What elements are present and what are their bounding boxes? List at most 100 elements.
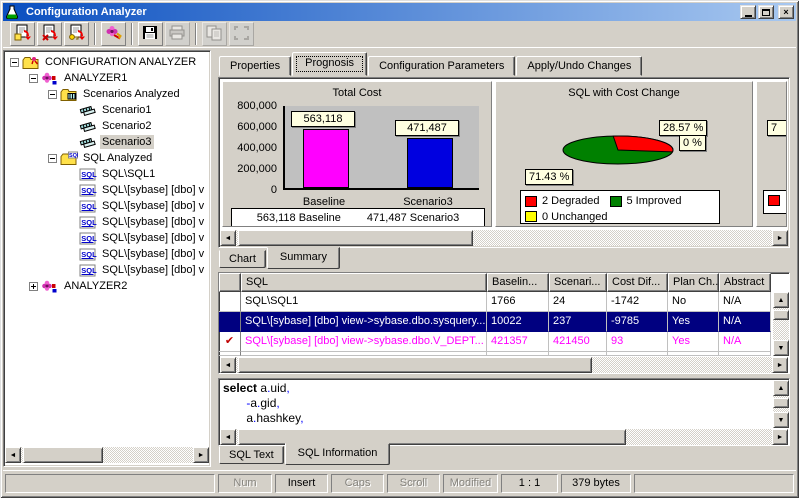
sql-icon: SQL: [79, 167, 97, 182]
tree-expander-icon[interactable]: [29, 74, 38, 83]
tree-item-sql-sybase-dbo-v[interactable]: SQLSQL\[sybase] [dbo] v: [4, 246, 210, 262]
column-header-abstract[interactable]: Abstract: [719, 273, 771, 292]
scroll-up-icon[interactable]: ▲: [773, 380, 789, 396]
column-header-baselin-[interactable]: Baselin...: [487, 273, 549, 292]
table-row[interactable]: SQL\[sybase] [dbo] view->sybase.dbo.V_EM…: [219, 352, 789, 356]
tree-item-analyzer2[interactable]: ANALYZER2: [4, 278, 210, 294]
tree-item-sql-sybase-dbo-v[interactable]: SQLSQL\[sybase] [dbo] v: [4, 182, 210, 198]
configure-analyzer-button[interactable]: [101, 22, 126, 46]
export-report-improved-button[interactable]: [64, 22, 89, 46]
tree-item-sql-sql1[interactable]: SQLSQL\SQL1: [4, 166, 210, 182]
chart-hscrollbar[interactable]: ◄►: [220, 230, 788, 246]
tree-item-analyzer1[interactable]: ANALYZER1: [4, 70, 210, 86]
tab-configuration-parameters[interactable]: Configuration Parameters: [368, 56, 515, 76]
tab-prognosis[interactable]: Prognosis: [292, 52, 367, 76]
sql-icon: SQL: [79, 199, 97, 214]
export-report-degraded-button[interactable]: [37, 22, 62, 46]
cell: SQL\[sybase] [dbo] view->sybase.dbo.V_DE…: [241, 332, 487, 352]
sql-editor[interactable]: select a.uid, -a.gid, a.hashkey,: [221, 381, 771, 427]
tab-apply-undo-changes[interactable]: Apply/Undo Changes: [516, 56, 642, 76]
scroll-right-icon[interactable]: ►: [193, 447, 209, 463]
tree-item-scenario1[interactable]: Scenario1: [4, 102, 210, 118]
scroll-left-icon[interactable]: ◄: [220, 357, 236, 373]
table-row[interactable]: SQL\[sybase] [dbo] view->sybase.dbo.sysq…: [219, 312, 789, 332]
tree-hscrollbar[interactable]: ◄►: [5, 447, 209, 463]
tree-item-label: SQL\[sybase] [dbo] v: [100, 263, 206, 277]
toolbar-separator: [195, 23, 197, 45]
scroll-left-icon[interactable]: ◄: [220, 429, 236, 445]
table-row[interactable]: SQL\SQL1176624-1742NoN/A: [219, 292, 789, 312]
tree-item-label: Scenarios Analyzed: [81, 87, 182, 101]
analyzer-tree[interactable]: CONFIGURATION ANALYZERANALYZER1Scenarios…: [3, 50, 211, 467]
copy-pages-icon: [206, 25, 223, 44]
scroll-right-icon[interactable]: ►: [772, 357, 788, 373]
save-button[interactable]: [138, 22, 163, 46]
tree-item-scenario2[interactable]: Scenario2: [4, 118, 210, 134]
scroll-right-icon[interactable]: ►: [772, 429, 788, 445]
tree-item-sql-sybase-dbo-v[interactable]: SQLSQL\[sybase] [dbo] v: [4, 262, 210, 278]
sql-vscrollbar[interactable]: ▲▼: [773, 380, 789, 428]
tab-properties[interactable]: Properties: [219, 56, 291, 76]
y-tick-label: 0: [223, 184, 277, 196]
close-button[interactable]: ×: [778, 5, 794, 19]
partial-value-label: 7: [767, 120, 787, 136]
scroll-right-icon[interactable]: ►: [772, 230, 788, 246]
printer-icon: [169, 25, 186, 44]
tree-item-sql-sybase-dbo-v[interactable]: SQLSQL\[sybase] [dbo] v: [4, 198, 210, 214]
tab-sql-text[interactable]: SQL Text: [219, 446, 284, 464]
sql-text-panel: select a.uid, -a.gid, a.hashkey, ▲▼◄►: [218, 378, 790, 446]
report-arrow-marked-icon: [41, 24, 59, 44]
tree-item-sql-sybase-dbo-v[interactable]: SQLSQL\[sybase] [dbo] v: [4, 214, 210, 230]
print-button[interactable]: [165, 22, 190, 46]
maximize-button[interactable]: [758, 5, 774, 19]
minimize-button[interactable]: [740, 5, 756, 19]
scroll-down-icon[interactable]: ▼: [773, 412, 789, 428]
cell: N/A: [719, 332, 771, 352]
tree-panel: CONFIGURATION ANALYZERANALYZER1Scenarios…: [3, 50, 211, 467]
table-row[interactable]: ✔SQL\[sybase] [dbo] view->sybase.dbo.V_D…: [219, 332, 789, 352]
scroll-left-icon[interactable]: ◄: [220, 230, 236, 246]
copy-button[interactable]: [202, 22, 227, 46]
cell: 237: [549, 312, 607, 332]
column-header-sql[interactable]: SQL: [241, 273, 487, 292]
tree-expander-icon[interactable]: [48, 90, 57, 99]
tab-chart[interactable]: Chart: [219, 250, 266, 268]
y-tick-label: 600,000: [223, 121, 277, 133]
tab-sql-information[interactable]: SQL Information: [285, 443, 391, 465]
select-region-button[interactable]: [229, 22, 254, 46]
bar-scenario3: [407, 138, 453, 188]
tree-item-configuration-analyzer[interactable]: CONFIGURATION ANALYZER: [4, 54, 210, 70]
sql-cost-change-chart: SQL with Cost Change 2 Degraded5 Improve…: [495, 81, 753, 227]
column-header-plan-ch-[interactable]: Plan Ch...: [668, 273, 719, 292]
tree-item-sql-sybase-dbo-v[interactable]: SQLSQL\[sybase] [dbo] v: [4, 230, 210, 246]
svg-text:SQL: SQL: [81, 250, 97, 259]
bar-value-label: 471,487: [395, 120, 459, 136]
column-header-cost-dif-[interactable]: Cost Dif...: [607, 273, 668, 292]
app-icon: [5, 5, 19, 19]
bar-baseline: [303, 129, 349, 188]
y-tick-label: 800,000: [223, 100, 277, 112]
bar-legend: 563,118 Baseline471,487 Scenario3: [231, 208, 485, 227]
table-hscrollbar[interactable]: ◄►: [220, 357, 788, 373]
tree-item-scenarios-analyzed[interactable]: Scenarios Analyzed: [4, 86, 210, 102]
column-header-scenari-[interactable]: Scenari...: [549, 273, 607, 292]
scroll-left-icon[interactable]: ◄: [5, 447, 21, 463]
scroll-down-icon[interactable]: ▼: [773, 340, 789, 356]
tree-item-sql-analyzed[interactable]: SQLSQL Analyzed: [4, 150, 210, 166]
export-report-summary-button[interactable]: [10, 22, 35, 46]
tree-expander-icon[interactable]: [29, 282, 38, 291]
tree-expander-icon[interactable]: [48, 154, 57, 163]
tree-item-label: Scenario1: [100, 103, 154, 117]
tree-item-scenario3[interactable]: Scenario3: [4, 134, 210, 150]
svg-text:SQL: SQL: [81, 170, 97, 179]
cell: SQL\[sybase] [dbo] view->sybase.dbo.V_EM…: [241, 352, 487, 356]
tree-item-label: SQL\[sybase] [dbo] v: [100, 231, 206, 245]
scenario-icon: [79, 119, 97, 134]
column-header-gutter[interactable]: [219, 273, 241, 292]
selection-rect-icon: [233, 25, 250, 44]
table-vscrollbar[interactable]: ▲▼: [773, 292, 789, 356]
tree-expander-icon[interactable]: [10, 58, 19, 67]
cell: 24: [549, 292, 607, 312]
tab-summary[interactable]: Summary: [267, 247, 340, 269]
scroll-up-icon[interactable]: ▲: [773, 292, 789, 308]
